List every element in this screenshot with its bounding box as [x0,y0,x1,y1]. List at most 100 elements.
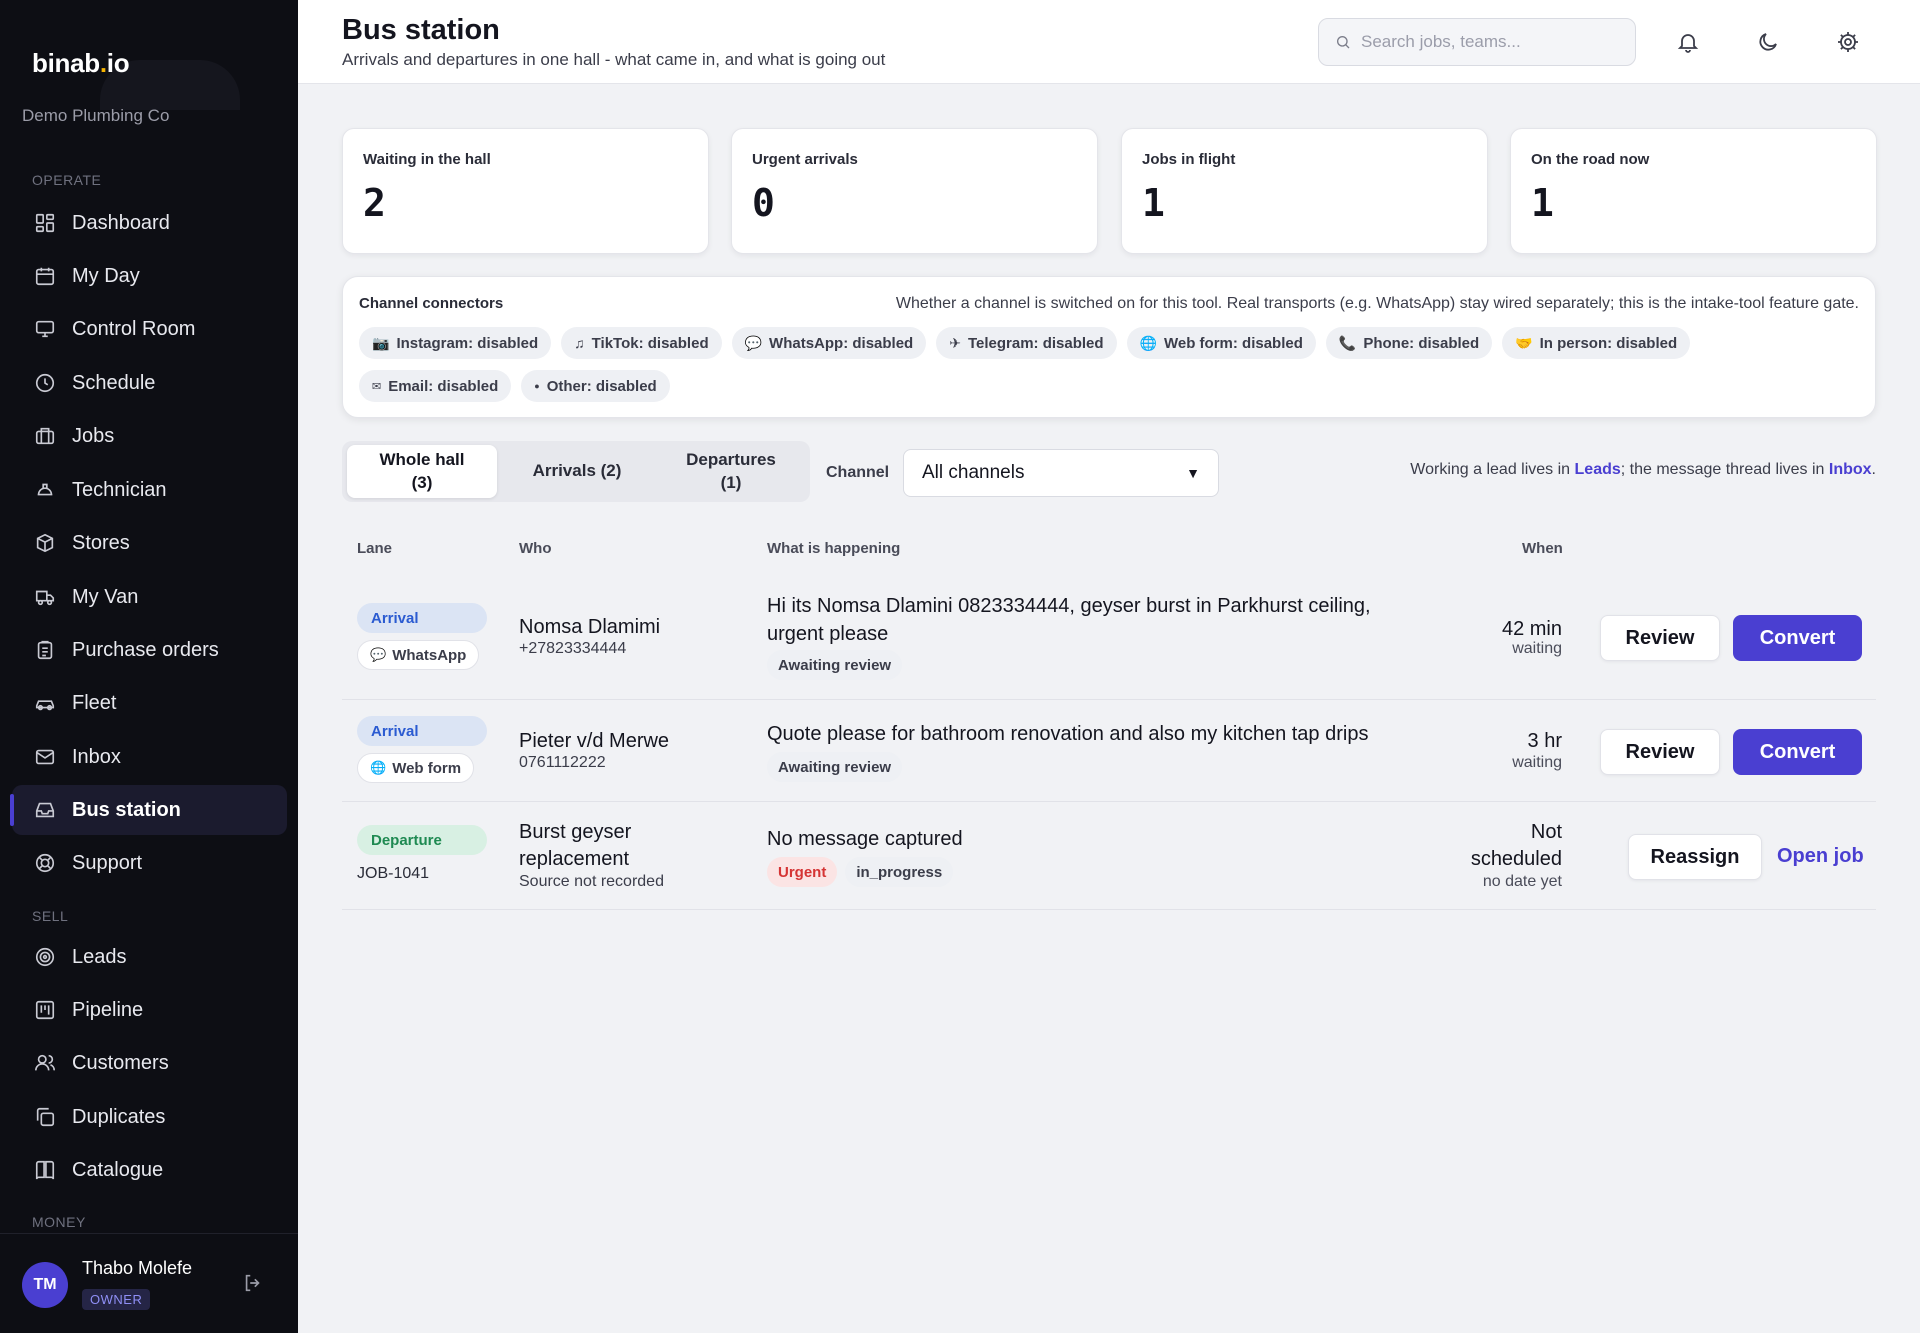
connector-chip-telegram[interactable]: ✈ Telegram: disabled [936,327,1117,359]
stat-label: Jobs in flight [1142,151,1236,168]
channel-filter-label: Channel [826,464,890,481]
car-icon [32,690,58,716]
when-value: 42 min [1501,618,1562,640]
sidebar-item-bus-station[interactable]: Bus station [10,785,287,835]
sidebar-item-catalogue[interactable]: Catalogue [12,1145,287,1195]
sidebar-item-label: Jobs [72,424,115,447]
sidebar-item-purchase-orders[interactable]: Purchase orders [12,625,287,675]
search-input[interactable] [1361,32,1621,52]
bell-icon[interactable] [1674,28,1702,56]
sidebar-item-label: Dashboard [72,211,170,234]
sidebar-item-label: Pipeline [72,998,144,1021]
when-value: 3 hr [1527,730,1562,752]
lane-tabs: Whole hall (3) Arrivals (2) Departures (1) [342,441,810,502]
contact-phone: 0761112222 [519,754,606,771]
connector-chip-web-form[interactable]: 🌐 Web form: disabled [1126,327,1316,359]
sidebar-item-inbox[interactable]: Inbox [12,732,287,782]
sidebar-item-duplicates[interactable]: Duplicates [12,1092,287,1142]
table-row: Arrival 🌐 Web form Pieter v/d Merwe 07611… [342,700,1876,802]
page-subtitle: Arrivals and departures in one hall - wh… [342,50,886,69]
sidebar-item-control-room[interactable]: Control Room [12,304,287,354]
sidebar-item-label: Duplicates [72,1105,166,1128]
globe-icon: 🌐 [370,760,387,775]
sidebar-item-customers[interactable]: Customers [12,1038,287,1088]
when-label: waiting [1512,640,1562,657]
user-name: Thabo Molefe [82,1258,193,1278]
sidebar-item-schedule[interactable]: Schedule [12,358,287,408]
contact-name: Nomsa Dlamimi [519,616,661,638]
search-box[interactable] [1318,18,1636,66]
tab-arrivals[interactable]: Arrivals (2) [502,445,652,498]
moon-icon[interactable] [1754,28,1782,56]
handshake-icon: 🤝 [1515,334,1533,351]
review-button[interactable]: Review [1600,615,1720,661]
sidebar-item-pipeline[interactable]: Pipeline [12,985,287,1035]
sidebar-item-my-day[interactable]: My Day [12,251,287,301]
tab-departures[interactable]: Departures (1) [657,445,805,498]
lane-badge-arrival: Arrival [357,716,487,746]
box-icon [32,530,58,556]
stat-value: 2 [363,181,386,225]
urgent-badge: Urgent [767,857,838,887]
sidebar-item-label: My Van [72,585,139,608]
sidebar-item-dashboard[interactable]: Dashboard [12,198,287,248]
sidebar-item-label: Technician [72,478,167,501]
column-header-what: What is happening [767,540,901,557]
book-icon [32,1157,58,1183]
sidebar-item-label: Control Room [72,317,196,340]
lane-badge-arrival: Arrival [357,603,487,633]
section-label-sell: SELL [32,908,69,924]
sidebar-item-fleet[interactable]: Fleet [12,678,287,728]
chevron-down-icon: ▼ [1186,465,1200,481]
sidebar-item-label: Stores [72,531,130,554]
sidebar-item-technician[interactable]: Technician [12,465,287,515]
logout-icon[interactable] [242,1272,266,1296]
review-button[interactable]: Review [1600,729,1720,775]
leads-link[interactable]: Leads [1575,461,1621,478]
sidebar-item-my-van[interactable]: My Van [12,572,287,622]
status-tags: Awaiting review [767,752,903,782]
sidebar-item-label: Support [72,851,143,874]
company-name: Demo Plumbing Co [22,106,170,125]
music-note-icon: ♫ [574,335,585,351]
open-job-link[interactable]: Open job [1777,845,1864,868]
truck-icon [32,584,58,610]
column-header-when: When [1522,540,1563,557]
channel-select[interactable]: All channels ▼ [903,449,1219,497]
connector-chip-row: 📷 Instagram: disabled ♫ TikTok: disabled 💬… [359,327,1691,359]
sidebar-item-label: Customers [72,1051,169,1074]
job-source: Source not recorded [519,873,664,890]
stat-card-in-flight: Jobs in flight 1 [1121,128,1488,254]
convert-button[interactable]: Convert [1733,615,1862,661]
dashboard-icon [32,210,58,236]
topbar: Bus station Arrivals and departures in o… [298,0,1920,84]
connectors-title: Channel connectors [359,295,504,312]
sidebar-item-label: Bus station [72,798,181,821]
dot-icon: ● [534,381,540,391]
users-icon [32,1050,58,1076]
sidebar-item-support[interactable]: Support [12,838,287,888]
contact-name: Pieter v/d Merwe [519,730,670,752]
connector-chip-whatsapp[interactable]: 💬 WhatsApp: disabled [731,327,927,359]
avatar[interactable]: TM [22,1262,68,1308]
contact-phone: +27823334444 [519,640,627,657]
sidebar-item-leads[interactable]: Leads [12,932,287,982]
connector-chip-in-person[interactable]: 🤝 In person: disabled [1502,327,1691,359]
sidebar-item-stores[interactable]: Stores [12,518,287,568]
connector-chip-instagram[interactable]: 📷 Instagram: disabled [359,327,552,359]
connector-chip-phone[interactable]: 📞 Phone: disabled [1325,327,1493,359]
status-badge: in_progress [845,857,954,887]
reassign-button[interactable]: Reassign [1628,834,1762,880]
convert-button[interactable]: Convert [1733,729,1862,775]
clipboard-icon [32,637,58,663]
channel-connectors-panel: Channel connectors Whether a channel is … [342,276,1876,418]
inbox-link[interactable]: Inbox [1829,461,1872,478]
gear-icon[interactable] [1834,28,1862,56]
connector-chip-email[interactable]: ✉ Email: disabled [359,370,512,402]
sidebar-item-jobs[interactable]: Jobs [12,411,287,461]
brand-logo[interactable]: binab.io [32,48,130,79]
sidebar-item-label: Catalogue [72,1158,164,1181]
connector-chip-other[interactable]: ● Other: disabled [521,370,670,402]
tab-whole-hall[interactable]: Whole hall (3) [347,445,497,498]
connector-chip-tiktok[interactable]: ♫ TikTok: disabled [561,327,722,359]
